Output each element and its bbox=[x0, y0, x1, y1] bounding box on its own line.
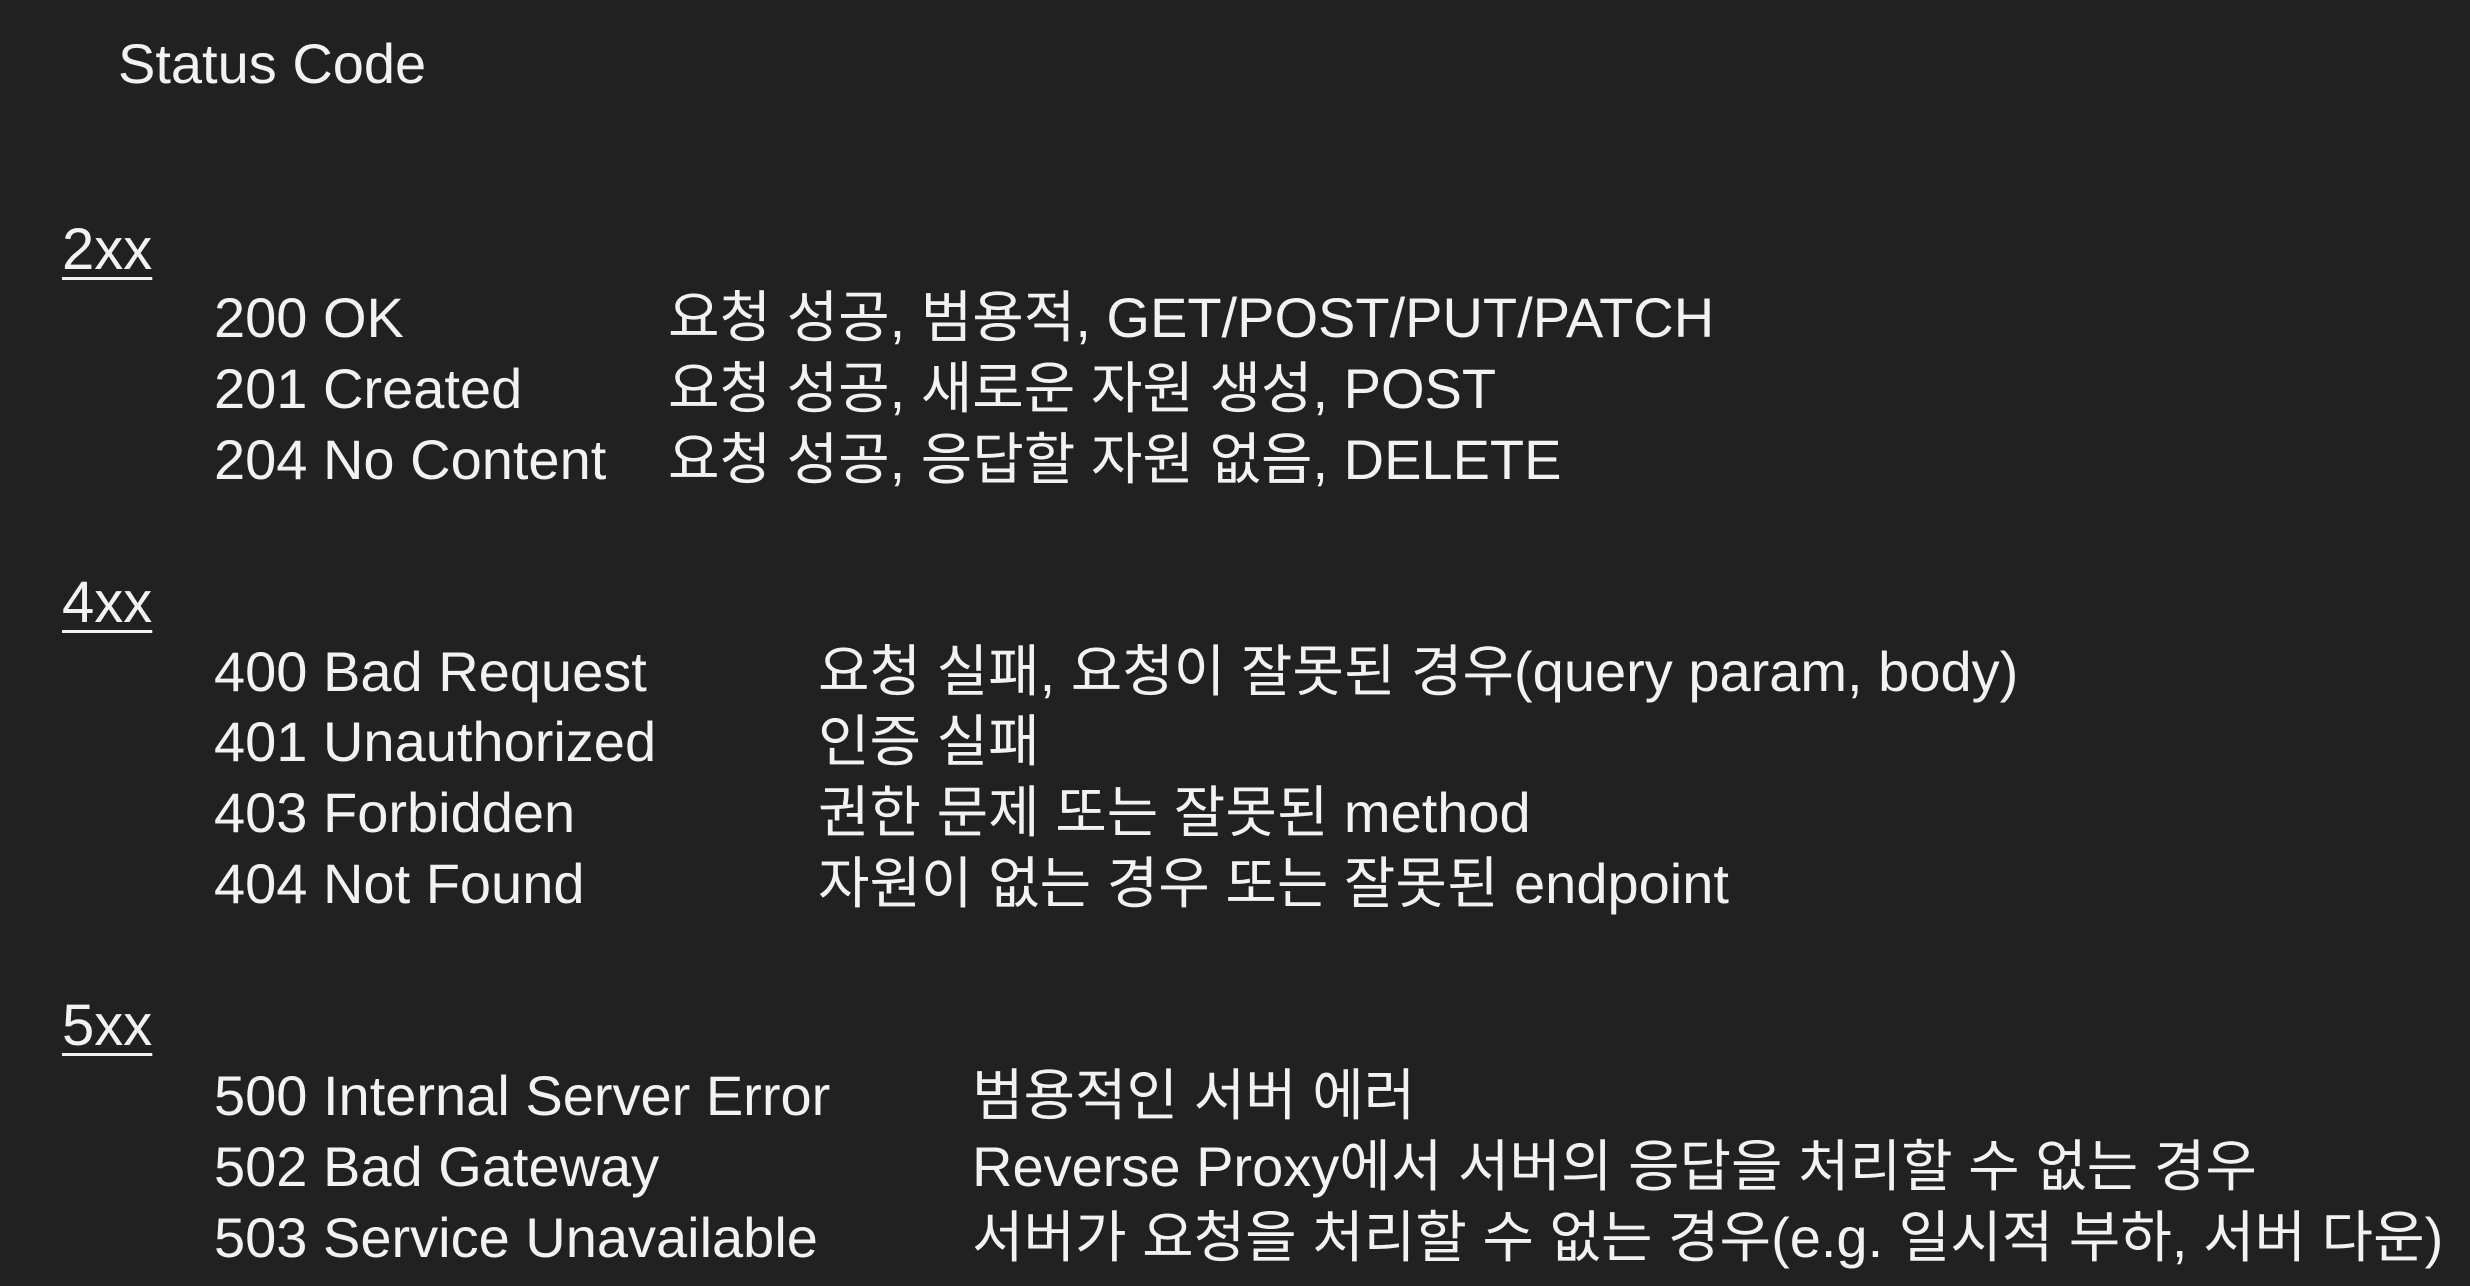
section-heading-5xx: 5xx bbox=[62, 993, 153, 1058]
status-desc-201: 요청 성공, 새로운 자원 생성, POST bbox=[668, 357, 1497, 420]
status-code-403: 403 Forbidden bbox=[214, 781, 576, 844]
status-code-500: 500 Internal Server Error bbox=[214, 1064, 831, 1127]
status-code-404: 404 Not Found bbox=[214, 852, 585, 915]
status-desc-404: 자원이 없는 경우 또는 잘못된 endpoint bbox=[818, 852, 1729, 915]
section-heading-2xx: 2xx bbox=[62, 217, 153, 282]
status-desc-500: 범용적인 서버 에러 bbox=[972, 1064, 1416, 1127]
status-code-204: 204 No Content bbox=[214, 428, 607, 491]
status-desc-502: Reverse Proxy에서 서버의 응답을 처리할 수 없는 경우 bbox=[972, 1135, 2257, 1198]
status-desc-400: 요청 실패, 요청이 잘못된 경우(query param, body) bbox=[818, 640, 2019, 703]
status-desc-503: 서버가 요청을 처리할 수 없는 경우(e.g. 일시적 부하, 서버 다운) bbox=[972, 1206, 2444, 1269]
status-desc-401: 인증 실패 bbox=[818, 710, 1040, 773]
status-code-503: 503 Service Unavailable bbox=[214, 1206, 818, 1269]
status-desc-204: 요청 성공, 응답할 자원 없음, DELETE bbox=[668, 428, 1562, 491]
status-desc-403: 권한 문제 또는 잘못된 method bbox=[818, 781, 1531, 844]
status-code-502: 502 Bad Gateway bbox=[214, 1135, 660, 1198]
status-code-400: 400 Bad Request bbox=[214, 640, 647, 703]
status-code-200: 200 OK bbox=[214, 286, 404, 349]
section-heading-4xx: 4xx bbox=[62, 570, 153, 635]
status-code-401: 401 Unauthorized bbox=[214, 710, 657, 773]
page-title: Status Code bbox=[118, 32, 427, 95]
slide: { "title": "Status Code", "sections": [ … bbox=[0, 0, 2470, 1286]
status-desc-200: 요청 성공, 범용적, GET/POST/PUT/PATCH bbox=[668, 286, 1715, 349]
status-code-201: 201 Created bbox=[214, 357, 523, 420]
